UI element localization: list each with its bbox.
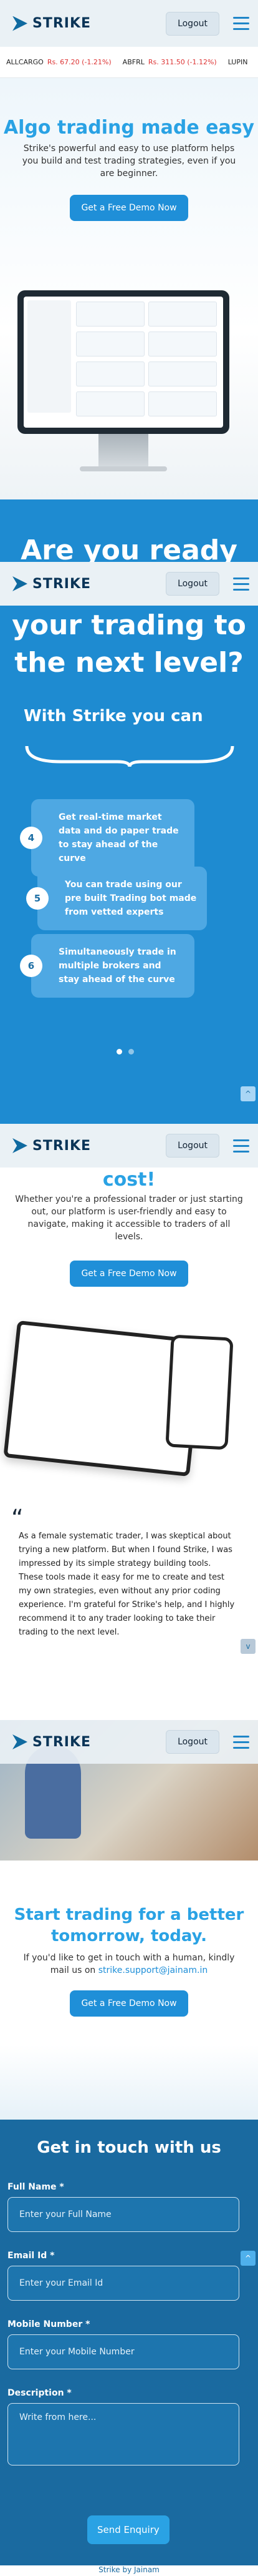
start-heading: Start trading for a better tomorrow, tod…	[14, 1905, 244, 1945]
description-field: Description *	[7, 2388, 239, 2468]
description-input[interactable]	[7, 2403, 239, 2465]
ticker-item: LUPIN	[227, 58, 248, 66]
scroll-down-icon[interactable]: v	[241, 1639, 256, 1654]
strike-logo-icon	[12, 1734, 27, 1749]
cost-heading: cost!	[102, 1169, 156, 1191]
brand-name: STRIKE	[32, 1734, 92, 1750]
strike-logo-icon	[12, 576, 27, 591]
feature-slide[interactable]: 4 Get real-time market data and do paper …	[20, 799, 194, 877]
brand-logo[interactable]: STRIKE	[12, 16, 91, 31]
contact-heading: Get in touch with us	[37, 2138, 221, 2157]
features-section: Are you ready STRIKE Logout your trading…	[0, 499, 258, 1124]
testimonial-text: As a female systematic trader, I was ske…	[19, 1531, 235, 1637]
sticky-header: STRIKE Logout	[0, 1124, 258, 1168]
full-name-field: Full Name *	[7, 2182, 239, 2232]
email-field: Email Id *	[7, 2251, 239, 2301]
beach-illustration	[0, 2045, 258, 2120]
demo-button[interactable]: Get a Free Demo Now	[70, 195, 188, 221]
mobile-input[interactable]	[7, 2334, 239, 2369]
with-strike-heading: With Strike you can	[24, 707, 203, 725]
hero-title: Algo trading made easy	[3, 117, 255, 139]
menu-icon[interactable]	[233, 577, 249, 591]
sticky-header: STRIKE Logout	[0, 562, 258, 606]
contact-section: Get in touch with us Full Name * Email I…	[0, 2120, 258, 2576]
ready-heading-line2: your trading to	[12, 609, 246, 641]
feature-slide[interactable]: 5 You can trade using our pre built Tradi…	[26, 867, 207, 930]
quote-icon: “	[11, 1505, 24, 1532]
footer-text: Strike by Jainam	[0, 2565, 258, 2576]
logout-button[interactable]: Logout	[166, 1134, 219, 1158]
logout-button[interactable]: Logout	[166, 1730, 219, 1754]
menu-icon[interactable]	[233, 17, 249, 30]
mobile-app-image	[165, 1334, 234, 1450]
menu-icon[interactable]	[233, 1139, 249, 1153]
brace-icon	[25, 745, 234, 767]
platform-screenshot	[17, 290, 242, 478]
email-input[interactable]	[7, 2266, 239, 2301]
brand-name: STRIKE	[32, 16, 92, 31]
scroll-top-icon[interactable]: ^	[241, 2251, 256, 2266]
full-name-input[interactable]	[7, 2197, 239, 2232]
testimonial-card: “ As a female systematic trader, I was s…	[0, 1505, 258, 1686]
feature-slide[interactable]: 6 Simultaneously trade in multiple broker…	[20, 934, 194, 998]
ready-heading-line3: the next level?	[14, 647, 244, 679]
ticker-item: ABFRL Rs. 311.50 (-1.12%)	[122, 58, 217, 66]
demo-button[interactable]: Get a Free Demo Now	[70, 1990, 188, 2017]
support-email-link[interactable]: strike.support@jainam.in	[98, 1965, 208, 1975]
stock-ticker: ALLCARGO Rs. 67.20 (-1.21%) ABFRL Rs. 311.…	[0, 47, 258, 78]
sticky-header: STRIKE Logout	[0, 1720, 258, 1764]
send-enquiry-button[interactable]: Send Enquiry	[87, 2515, 170, 2544]
strike-logo-icon	[12, 16, 27, 31]
hero-section: Algo trading made easy Strike's powerful…	[0, 78, 258, 499]
top-header: STRIKE Logout	[0, 0, 258, 47]
start-trading-section: STRIKE Logout Start trading for a better…	[0, 1720, 258, 2120]
strike-logo-icon	[12, 1138, 27, 1153]
mobile-field: Mobile Number *	[7, 2319, 239, 2369]
logout-button[interactable]: Logout	[166, 572, 219, 596]
start-text: If you'd like to get in touch with a hum…	[23, 1953, 235, 1975]
cost-section: STRIKE Logout cost! Whether you're a pro…	[0, 1124, 258, 1720]
hero-subtitle: Strike's powerful and easy to use platfo…	[22, 144, 236, 179]
scroll-top-icon[interactable]: ^	[241, 1086, 256, 1101]
cost-text: Whether you're a professional trader or …	[15, 1194, 243, 1242]
carousel-dots[interactable]	[117, 1049, 134, 1054]
menu-icon[interactable]	[233, 1735, 249, 1749]
ticker-item: ALLCARGO Rs. 67.20 (-1.21%)	[6, 58, 112, 66]
demo-button[interactable]: Get a Free Demo Now	[70, 1261, 188, 1287]
brand-name: STRIKE	[32, 576, 92, 592]
logout-button[interactable]: Logout	[166, 11, 219, 36]
brand-name: STRIKE	[32, 1138, 92, 1154]
